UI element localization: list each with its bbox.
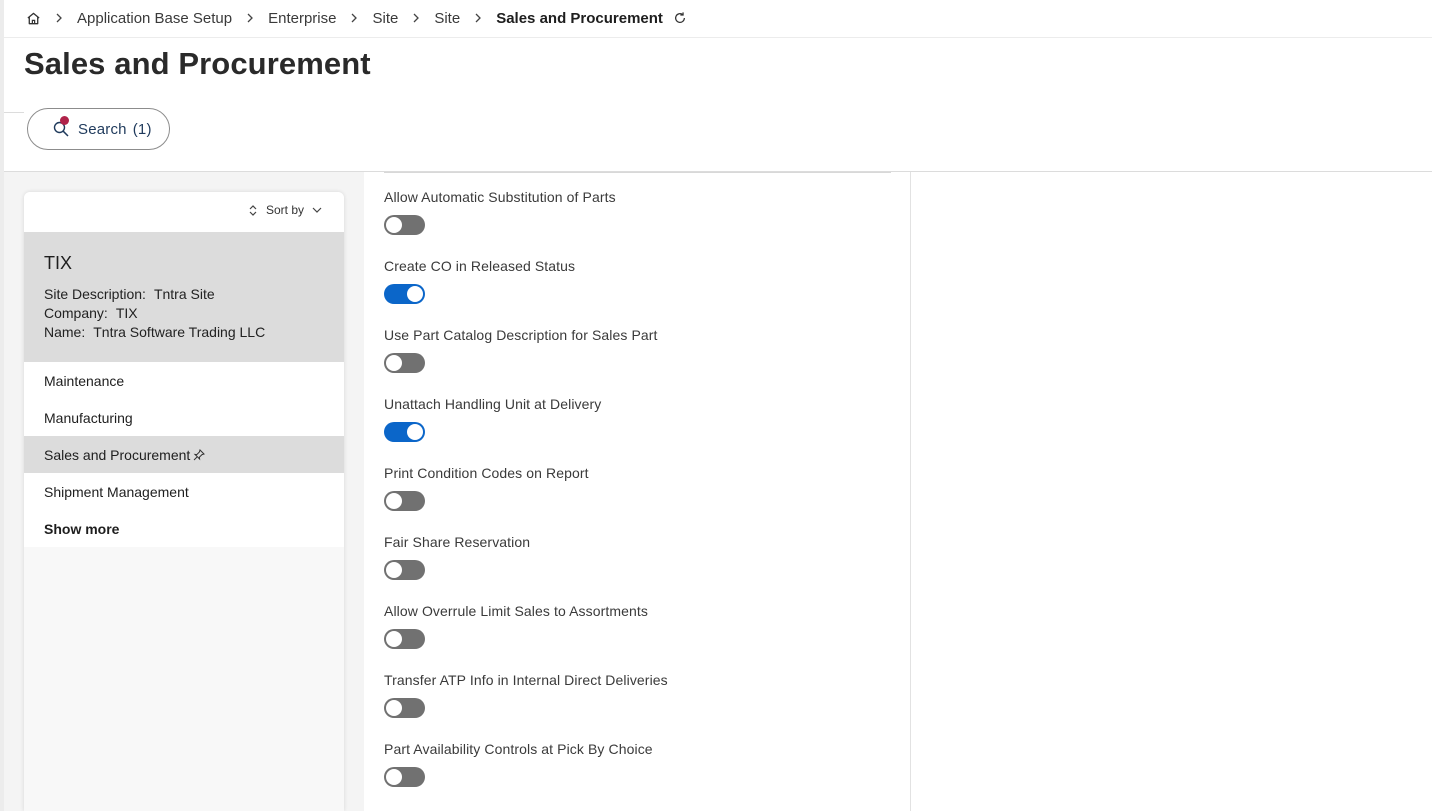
record-company: Company: TIX: [44, 304, 324, 323]
toggle-unattach-handling-unit[interactable]: [384, 422, 425, 442]
breadcrumb-site-2[interactable]: Site: [434, 10, 460, 27]
breadcrumb-current: Sales and Procurement: [496, 9, 663, 27]
list-toolbar: Sort by: [24, 192, 344, 232]
field-transfer-atp-info: Transfer ATP Info in Internal Direct Del…: [384, 672, 668, 718]
field-allow-overrule-limit-sales: Allow Overrule Limit Sales to Assortment…: [384, 603, 648, 649]
refresh-icon[interactable]: [673, 11, 687, 25]
nav-item-maintenance[interactable]: Maintenance: [24, 362, 344, 399]
breadcrumb-site[interactable]: Site: [372, 10, 398, 27]
field-use-part-catalog-description: Use Part Catalog Description for Sales P…: [384, 327, 658, 373]
field-label: Use Part Catalog Description for Sales P…: [384, 327, 658, 343]
selected-record-card[interactable]: TIX Site Description: Tntra Site Company:…: [24, 232, 344, 362]
nav-item-label: Manufacturing: [44, 409, 133, 426]
search-button-label: Search: [78, 120, 127, 138]
field-fair-share-reservation: Fair Share Reservation: [384, 534, 530, 580]
record-name: Name: Tntra Software Trading LLC: [44, 323, 324, 342]
field-label: Part Availability Controls at Pick By Ch…: [384, 741, 653, 757]
nav-item-sales-and-procurement[interactable]: Sales and Procurement: [24, 436, 344, 473]
chevron-right-icon: [55, 13, 63, 23]
search-button[interactable]: Search (1): [27, 108, 170, 150]
chevron-down-icon: [312, 206, 322, 214]
search-icon: [52, 116, 70, 138]
settings-form: Allow Automatic Substitution of Parts Cr…: [364, 172, 911, 811]
record-field-label: Name:: [44, 324, 86, 340]
home-icon[interactable]: [26, 11, 41, 26]
field-allow-automatic-substitution: Allow Automatic Substitution of Parts: [384, 189, 616, 235]
field-label: Allow Automatic Substitution of Parts: [384, 189, 616, 205]
record-field-value: TIX: [115, 305, 138, 321]
record-field-value: Tntra Software Trading LLC: [93, 324, 266, 340]
sort-icon: [248, 204, 258, 217]
toggle-knob: [407, 286, 423, 302]
chevron-right-icon: [474, 13, 482, 23]
record-site-description: Site Description: Tntra Site: [44, 285, 324, 304]
toggle-knob: [386, 631, 402, 647]
toggle-knob: [386, 769, 402, 785]
section-nav: Maintenance Manufacturing Sales and Proc…: [24, 362, 344, 547]
search-badge: [60, 116, 69, 125]
nav-item-label: Maintenance: [44, 372, 125, 389]
field-label: Unattach Handling Unit at Delivery: [384, 396, 602, 412]
chevron-right-icon: [246, 13, 254, 23]
show-more-link[interactable]: Show more: [24, 510, 344, 547]
page-title: Sales and Procurement: [24, 46, 371, 81]
breadcrumb: Application Base Setup Enterprise Site S…: [26, 6, 687, 30]
field-create-co-released: Create CO in Released Status: [384, 258, 575, 304]
record-field-label: Company:: [44, 305, 108, 321]
toggle-knob: [386, 700, 402, 716]
toggle-create-co-released[interactable]: [384, 284, 425, 304]
chevron-right-icon: [350, 13, 358, 23]
field-label: Fair Share Reservation: [384, 534, 531, 550]
nav-item-label: Shipment Management: [44, 483, 189, 500]
record-title: TIX: [44, 253, 73, 273]
search-count: (1): [132, 120, 152, 138]
field-label: Transfer ATP Info in Internal Direct Del…: [384, 672, 668, 688]
toggle-allow-automatic-substitution[interactable]: [384, 215, 425, 235]
toggle-part-availability-controls[interactable]: [384, 767, 425, 787]
toggle-use-part-catalog-description[interactable]: [384, 353, 425, 373]
divider: [4, 112, 24, 113]
toggle-allow-overrule-limit-sales[interactable]: [384, 629, 425, 649]
nav-item-manufacturing[interactable]: Manufacturing: [24, 399, 344, 436]
header-divider: [4, 37, 1432, 38]
toggle-knob: [386, 562, 402, 578]
toggle-print-condition-codes[interactable]: [384, 491, 425, 511]
breadcrumb-enterprise[interactable]: Enterprise: [268, 10, 336, 27]
record-field-label: Site Description:: [44, 286, 146, 302]
sort-by-button[interactable]: Sort by: [248, 203, 322, 217]
field-print-condition-codes: Print Condition Codes on Report: [384, 465, 589, 511]
pin-icon[interactable]: [193, 448, 206, 461]
field-label: Allow Overrule Limit Sales to Assortment…: [384, 603, 648, 619]
toggle-transfer-atp-info[interactable]: [384, 698, 425, 718]
record-field-value: Tntra Site: [153, 286, 215, 302]
toggle-knob: [386, 493, 402, 509]
field-label: Print Condition Codes on Report: [384, 465, 589, 481]
show-more-label: Show more: [44, 520, 120, 537]
field-label: Create CO in Released Status: [384, 258, 576, 274]
nav-item-label: Sales and Procurement: [44, 446, 191, 463]
breadcrumb-application-base-setup[interactable]: Application Base Setup: [77, 10, 232, 27]
toggle-knob: [386, 355, 402, 371]
nav-item-shipment-management[interactable]: Shipment Management: [24, 473, 344, 510]
chevron-right-icon: [412, 13, 420, 23]
field-unattach-handling-unit: Unattach Handling Unit at Delivery: [384, 396, 601, 442]
sort-by-label: Sort by: [265, 203, 304, 217]
toggle-fair-share-reservation[interactable]: [384, 560, 425, 580]
list-card: Sort by TIX Site Description: Tntra Site …: [24, 192, 344, 811]
field-part-availability-controls: Part Availability Controls at Pick By Ch…: [384, 741, 653, 787]
toggle-knob: [407, 424, 423, 440]
form-divider: [384, 172, 891, 173]
toggle-knob: [386, 217, 402, 233]
